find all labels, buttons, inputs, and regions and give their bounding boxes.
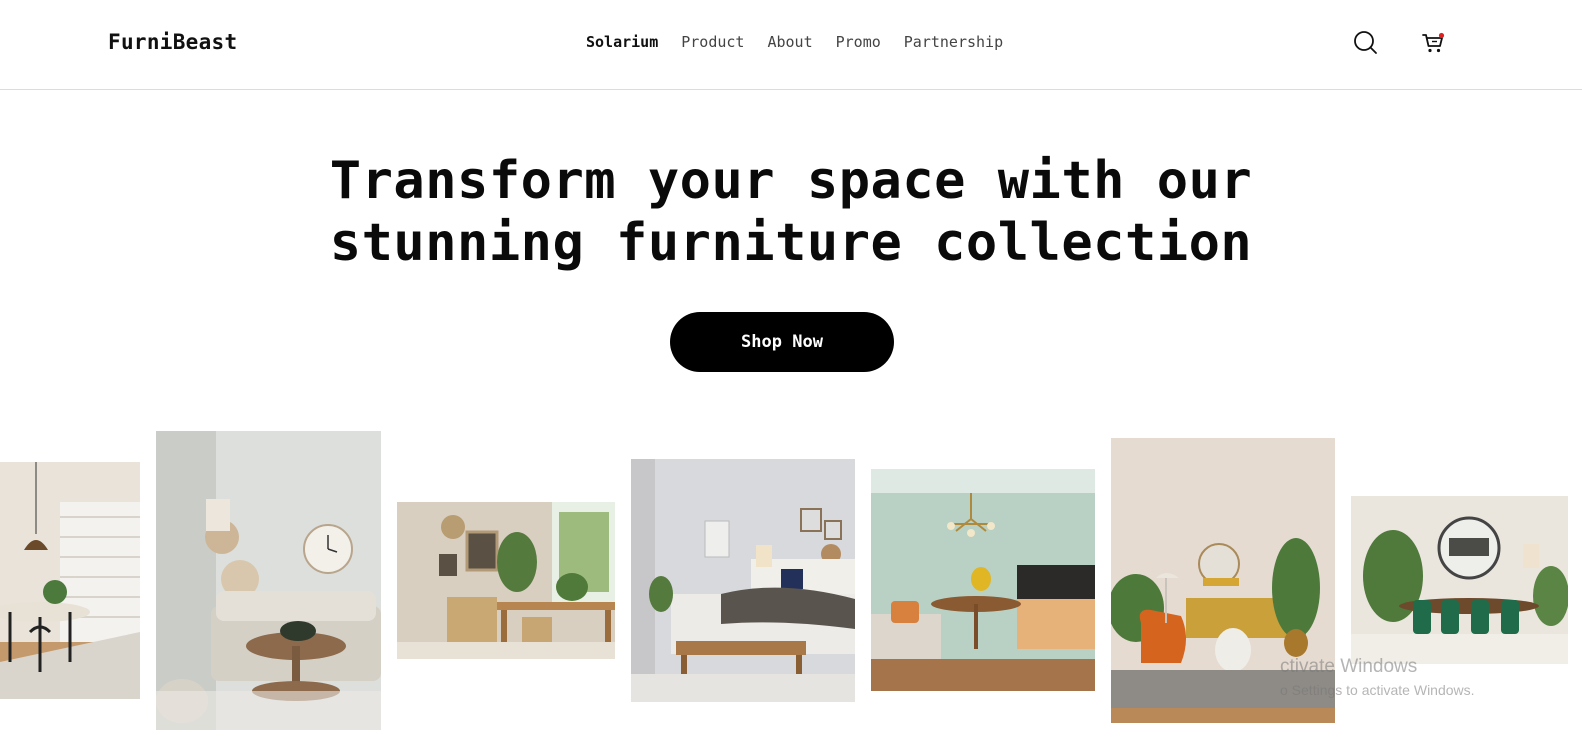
- gallery-image-living-room[interactable]: [156, 431, 381, 730]
- search-icon: [1354, 31, 1377, 54]
- green-dining-photo: [1351, 496, 1568, 664]
- gallery-image-green-dining[interactable]: [1351, 496, 1568, 664]
- hero-section: Transform your space with our stunning f…: [0, 150, 1582, 274]
- cart-icon: [1422, 32, 1445, 53]
- nav-item-about[interactable]: About: [767, 33, 812, 51]
- home-office-photo: [397, 502, 615, 659]
- hero-title-line-2: stunning furniture collection: [329, 213, 1253, 273]
- gallery-image-dining-room[interactable]: [0, 462, 140, 699]
- nav-item-product[interactable]: Product: [681, 33, 744, 51]
- gallery-image-home-office[interactable]: [397, 502, 615, 659]
- dining-nook-photo: [871, 469, 1095, 691]
- nav-item-partnership[interactable]: Partnership: [904, 33, 1003, 51]
- living-room-photo: [156, 431, 381, 730]
- site-header: FurniBeast Solarium Product About Promo …: [0, 0, 1582, 90]
- gallery-image-bedroom[interactable]: [631, 459, 855, 702]
- dining-room-photo: [0, 462, 140, 699]
- watermark-title: ctivate Windows: [1280, 656, 1418, 677]
- shop-now-button[interactable]: Shop Now: [670, 312, 894, 372]
- brand-logo[interactable]: FurniBeast: [108, 30, 237, 54]
- gallery-image-dining-nook[interactable]: [871, 469, 1095, 691]
- nav-item-solarium[interactable]: Solarium: [586, 33, 658, 51]
- cart-button[interactable]: [1420, 29, 1448, 57]
- cart-badge: [1438, 32, 1445, 39]
- windows-activation-watermark: ctivate Windows o Settings to activate W…: [1280, 656, 1475, 698]
- bedroom-photo: [631, 459, 855, 702]
- main-nav: Solarium Product About Promo Partnership: [586, 33, 1003, 51]
- hero-title: Transform your space with our stunning f…: [0, 150, 1582, 274]
- search-button[interactable]: [1352, 29, 1380, 57]
- watermark-subtitle: o Settings to activate Windows.: [1280, 682, 1475, 698]
- nav-item-promo[interactable]: Promo: [836, 33, 881, 51]
- hero-title-line-1: Transform your space with our: [329, 151, 1253, 211]
